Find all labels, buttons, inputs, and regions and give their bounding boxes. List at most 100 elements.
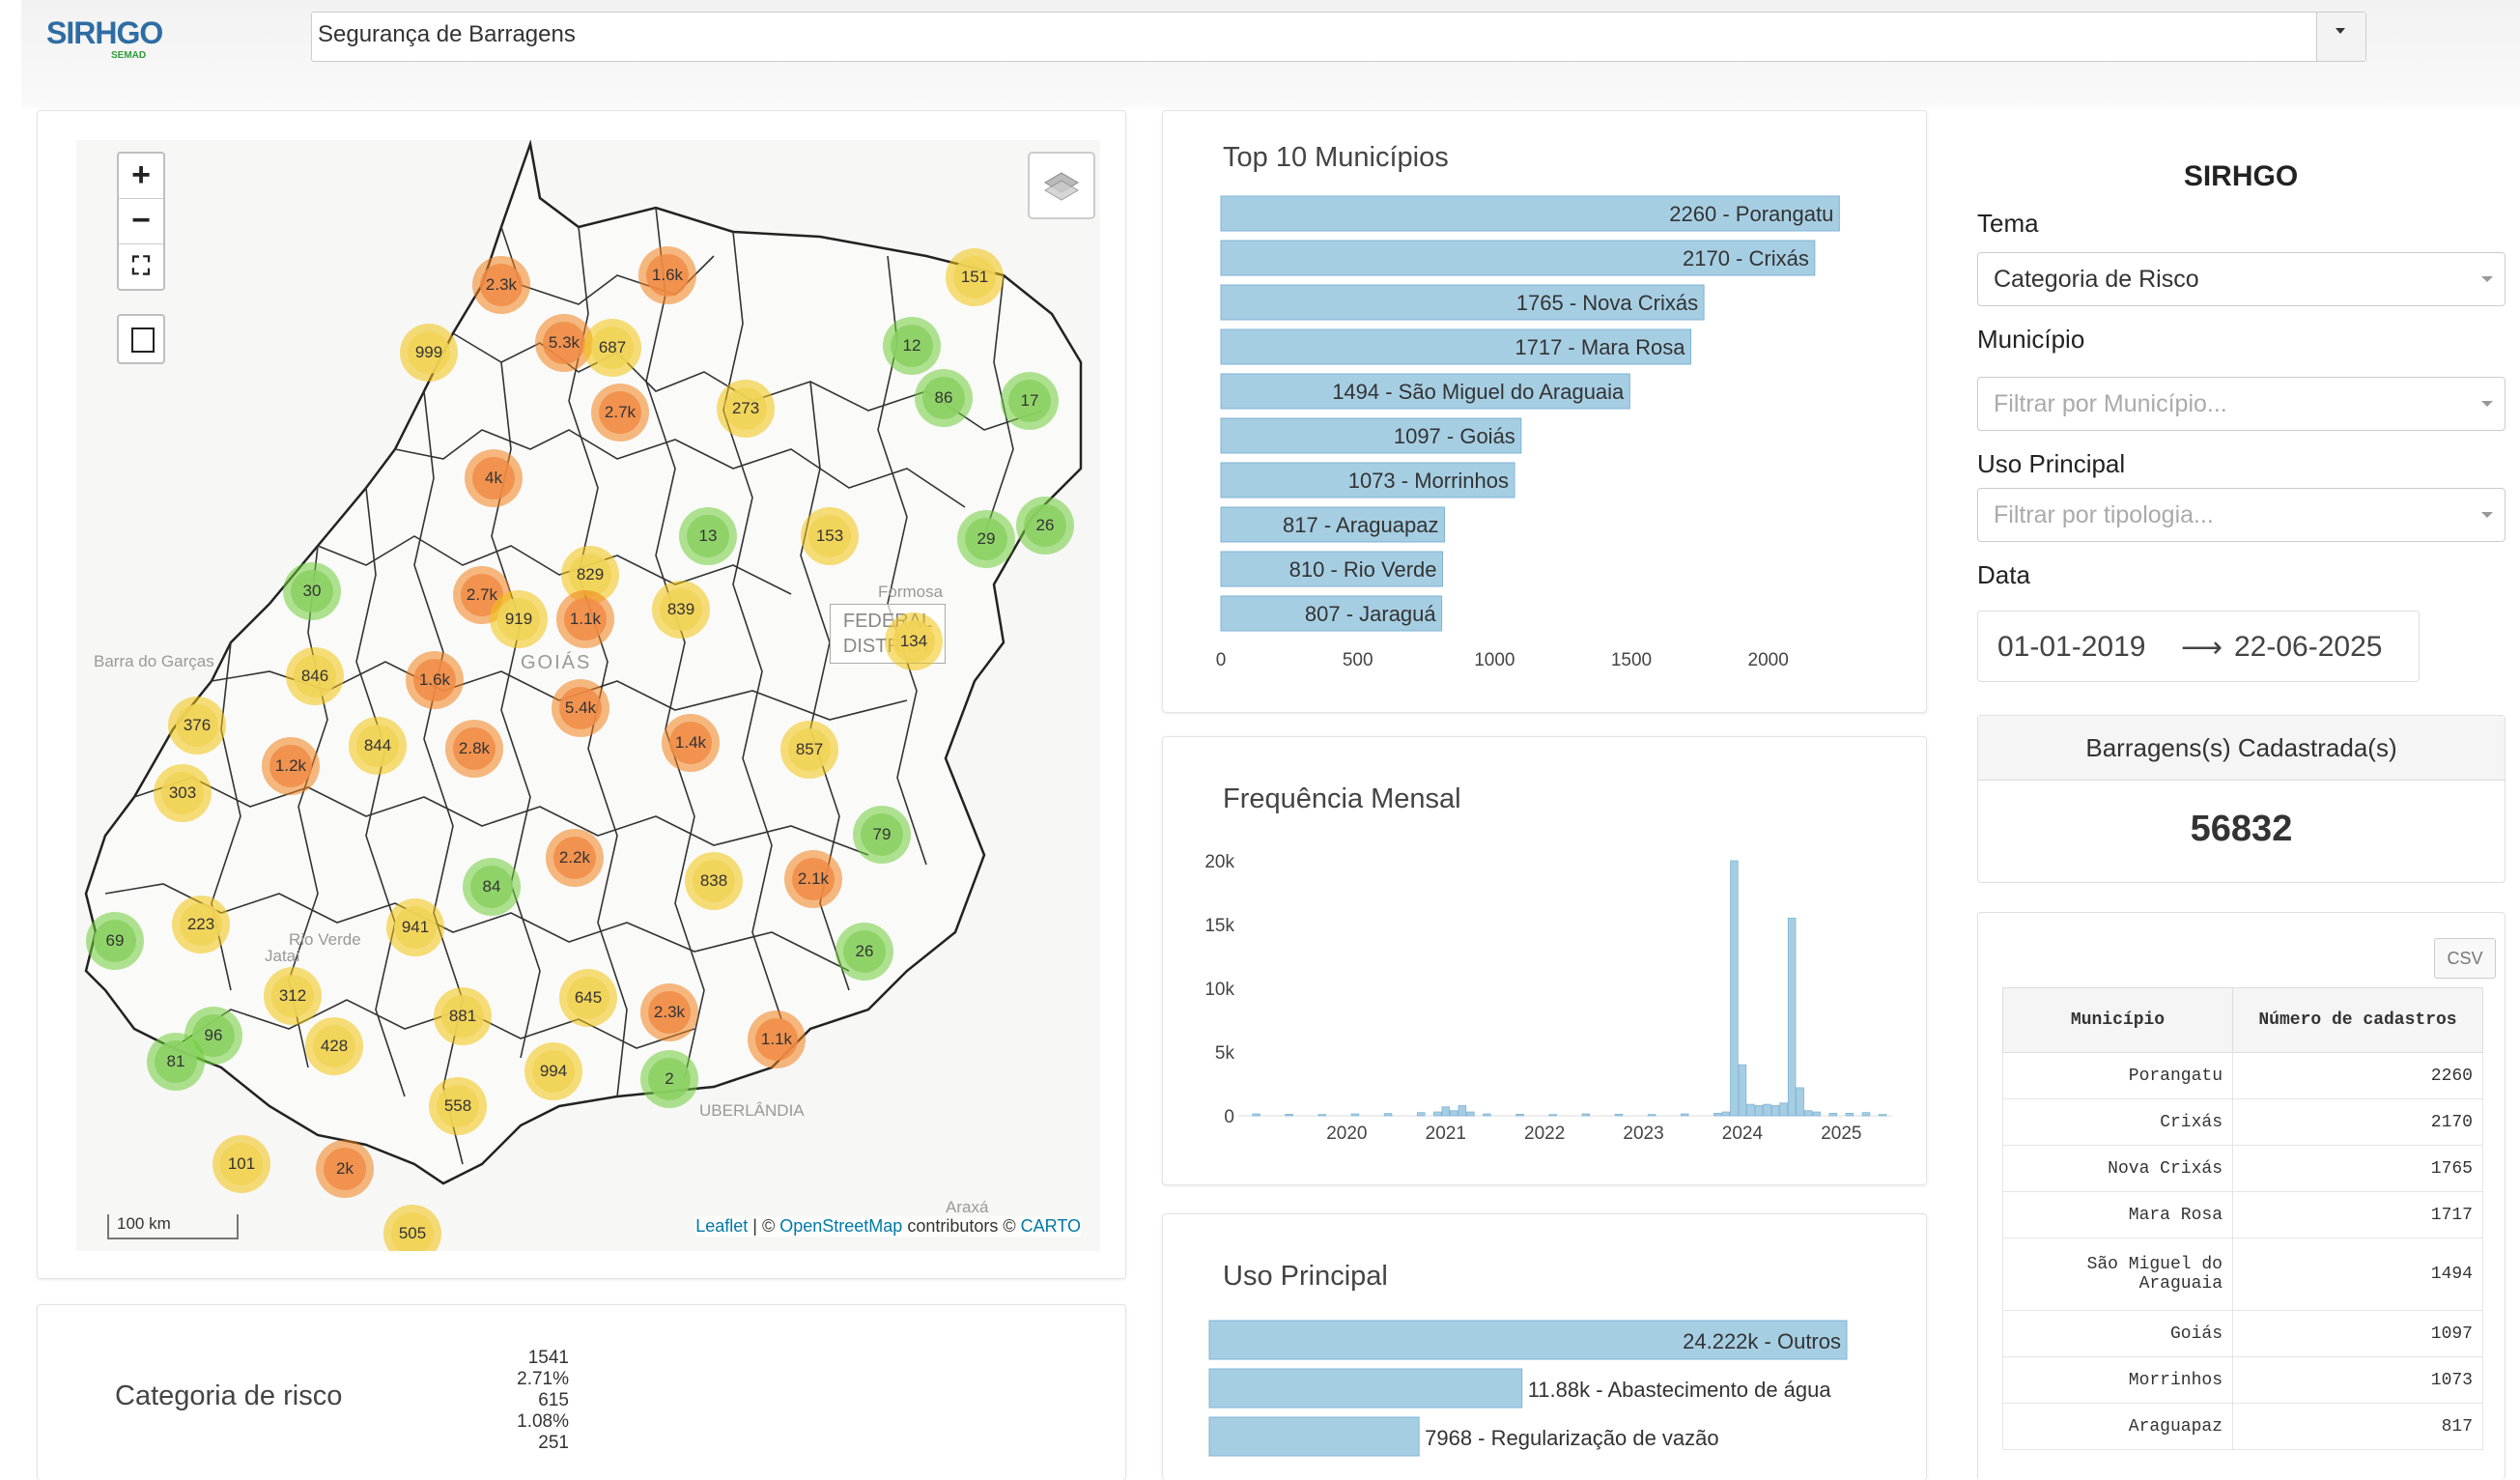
map-cluster-marker[interactable]: 29: [957, 510, 1015, 568]
map-cluster-marker[interactable]: 844: [349, 717, 407, 775]
freq-bar[interactable]: [1713, 1112, 1722, 1117]
map-cluster-marker[interactable]: 101: [212, 1135, 270, 1193]
map-cluster-marker[interactable]: 1.6k: [406, 651, 464, 709]
tema-select[interactable]: Categoria de Risco: [1977, 252, 2506, 306]
map-cluster-marker[interactable]: 994: [524, 1042, 582, 1100]
table-row[interactable]: Morrinhos 1073: [2002, 1356, 2483, 1404]
map-cluster-marker[interactable]: 13: [679, 507, 737, 565]
map-cluster-marker[interactable]: 303: [154, 764, 212, 822]
table-row[interactable]: Araguapaz 817: [2002, 1403, 2483, 1450]
freq-bar[interactable]: [1680, 1113, 1689, 1117]
map-cluster-marker[interactable]: 999: [400, 324, 458, 382]
map-cluster-marker[interactable]: 69: [86, 912, 144, 970]
map-cluster-marker[interactable]: 79: [853, 806, 911, 864]
freq-bar[interactable]: [1746, 1103, 1755, 1117]
table-row[interactable]: Nova Crixás 1765: [2002, 1145, 2483, 1192]
draw-rectangle-button[interactable]: [117, 314, 165, 364]
freq-bar[interactable]: [1458, 1105, 1467, 1117]
map-cluster-marker[interactable]: 151: [946, 248, 1004, 306]
municipio-filter[interactable]: Filtrar por Município...: [1977, 377, 2506, 431]
map-cluster-marker[interactable]: 2.3k: [472, 256, 530, 314]
map-cluster-marker[interactable]: 2: [640, 1050, 698, 1108]
freq-bar[interactable]: [1483, 1113, 1491, 1117]
zoom-out-button[interactable]: −: [119, 199, 163, 244]
freq-bar[interactable]: [1812, 1111, 1821, 1117]
osm-link[interactable]: OpenStreetMap: [779, 1216, 902, 1236]
freq-bar[interactable]: [1350, 1113, 1360, 1117]
map-cluster-marker[interactable]: 5.4k: [552, 679, 609, 737]
map-canvas[interactable]: Barra do Garças GOIÁS UBERLÂNDIA Araxá F…: [76, 140, 1100, 1251]
freq-bar[interactable]: [1754, 1105, 1764, 1117]
freq-bar[interactable]: [1317, 1114, 1327, 1117]
freq-bar[interactable]: [1828, 1112, 1838, 1117]
map-cluster-marker[interactable]: 223: [172, 896, 230, 953]
map-cluster-marker[interactable]: 26: [1016, 497, 1074, 555]
date-start[interactable]: 01-01-2019: [1997, 631, 2145, 664]
theme-select[interactable]: Segurança de Barragens: [311, 12, 2366, 62]
map-cluster-marker[interactable]: 312: [264, 967, 322, 1025]
map-cluster-marker[interactable]: 428: [305, 1017, 363, 1075]
map-cluster-marker[interactable]: 2.1k: [784, 850, 842, 908]
map-cluster-marker[interactable]: 857: [780, 721, 838, 779]
map-cluster-marker[interactable]: 1.6k: [638, 246, 696, 304]
table-row[interactable]: Goiás 1097: [2002, 1310, 2483, 1357]
freq-bar[interactable]: [1779, 1102, 1788, 1117]
col-municipio[interactable]: Município: [2002, 987, 2233, 1053]
chevron-down-icon[interactable]: [2316, 13, 2365, 61]
map-cluster-marker[interactable]: 1.1k: [748, 1010, 806, 1068]
map-cluster-marker[interactable]: 838: [685, 852, 743, 910]
freq-bar[interactable]: [1416, 1112, 1426, 1117]
freq-bar[interactable]: [1803, 1110, 1813, 1117]
map-cluster-marker[interactable]: 17: [1001, 372, 1059, 430]
freq-bar[interactable]: [1721, 1111, 1731, 1117]
table-row[interactable]: São Miguel do Araguaia 1494: [2002, 1238, 2483, 1311]
map-cluster-marker[interactable]: 30: [283, 562, 341, 620]
freq-bar[interactable]: [1787, 917, 1797, 1117]
map-cluster-marker[interactable]: 153: [801, 507, 859, 565]
freq-bar[interactable]: [1878, 1114, 1887, 1117]
map-cluster-marker[interactable]: 81: [147, 1033, 205, 1091]
map-cluster-marker[interactable]: 86: [915, 369, 973, 427]
map-cluster-marker[interactable]: 12: [883, 317, 941, 375]
freq-bar[interactable]: [1441, 1106, 1451, 1117]
layers-button[interactable]: [1028, 152, 1095, 219]
map-cluster-marker[interactable]: 1.1k: [556, 590, 614, 648]
map-cluster-marker[interactable]: 273: [717, 380, 775, 438]
map-cluster-marker[interactable]: 2.8k: [445, 720, 503, 778]
col-numero[interactable]: Número de cadastros: [2232, 987, 2483, 1053]
freq-bar[interactable]: [1845, 1112, 1855, 1117]
map-cluster-marker[interactable]: 839: [652, 581, 710, 639]
map-cluster-marker[interactable]: 2.2k: [546, 829, 604, 887]
date-range-picker[interactable]: 01-01-2019 ⟶ 22-06-2025: [1977, 611, 2420, 682]
table-row[interactable]: Mara Rosa 1717: [2002, 1191, 2483, 1238]
freq-bar[interactable]: [1763, 1103, 1771, 1117]
map-cluster-marker[interactable]: 4k: [465, 449, 523, 507]
map-cluster-marker[interactable]: 2k: [316, 1140, 374, 1198]
table-row[interactable]: Porangatu 2260: [2002, 1052, 2483, 1099]
carto-link[interactable]: CARTO: [1021, 1216, 1081, 1236]
map-cluster-marker[interactable]: 881: [434, 987, 492, 1045]
map-cluster-marker[interactable]: 645: [559, 969, 617, 1027]
map-cluster-marker[interactable]: 919: [490, 590, 548, 648]
freq-bar[interactable]: [1647, 1114, 1656, 1117]
uso-bar[interactable]: [1208, 1416, 1420, 1457]
freq-bar[interactable]: [1770, 1105, 1780, 1117]
zoom-in-button[interactable]: +: [119, 154, 163, 199]
leaflet-link[interactable]: Leaflet: [695, 1216, 748, 1236]
freq-bar[interactable]: [1466, 1111, 1475, 1117]
map-cluster-marker[interactable]: 846: [286, 647, 344, 705]
freq-bar[interactable]: [1433, 1111, 1442, 1117]
freq-bar[interactable]: [1796, 1087, 1804, 1117]
freq-bar[interactable]: [1861, 1112, 1871, 1117]
freq-bar[interactable]: [1614, 1114, 1624, 1117]
freq-bar[interactable]: [1738, 1064, 1747, 1117]
map-cluster-marker[interactable]: 84: [463, 858, 521, 916]
map-cluster-marker[interactable]: 134: [885, 612, 943, 670]
freq-bar[interactable]: [1285, 1114, 1293, 1117]
map-cluster-marker[interactable]: 376: [168, 697, 226, 754]
freq-bar[interactable]: [1383, 1113, 1393, 1117]
map-cluster-marker[interactable]: 687: [583, 319, 641, 377]
date-end[interactable]: 22-06-2025: [2234, 631, 2382, 664]
table-row[interactable]: Crixás 2170: [2002, 1098, 2483, 1146]
map-cluster-marker[interactable]: 2.7k: [591, 384, 649, 441]
